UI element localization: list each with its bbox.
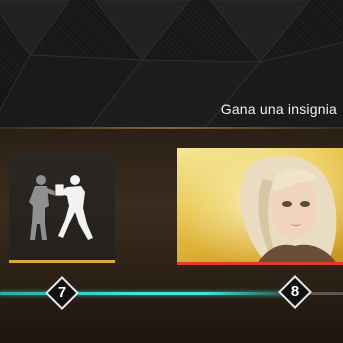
band-divider bbox=[0, 127, 343, 129]
tier-node-8[interactable]: 8 bbox=[276, 273, 314, 311]
tier-number: 8 bbox=[290, 283, 300, 300]
section-title: Gana una insignia bbox=[220, 101, 337, 117]
tier-number: 7 bbox=[57, 284, 67, 301]
reward-card-7-accent bbox=[9, 260, 115, 263]
wrestlers-icon bbox=[29, 175, 93, 240]
reward-track-screen: Gana una insignia 7 8 bbox=[0, 0, 343, 343]
reward-card-8-accent bbox=[177, 262, 343, 265]
reward-card-7[interactable] bbox=[9, 152, 115, 260]
tier-node-7[interactable]: 7 bbox=[43, 274, 81, 312]
character-portrait bbox=[177, 148, 343, 264]
reward-card-8[interactable] bbox=[177, 148, 343, 264]
